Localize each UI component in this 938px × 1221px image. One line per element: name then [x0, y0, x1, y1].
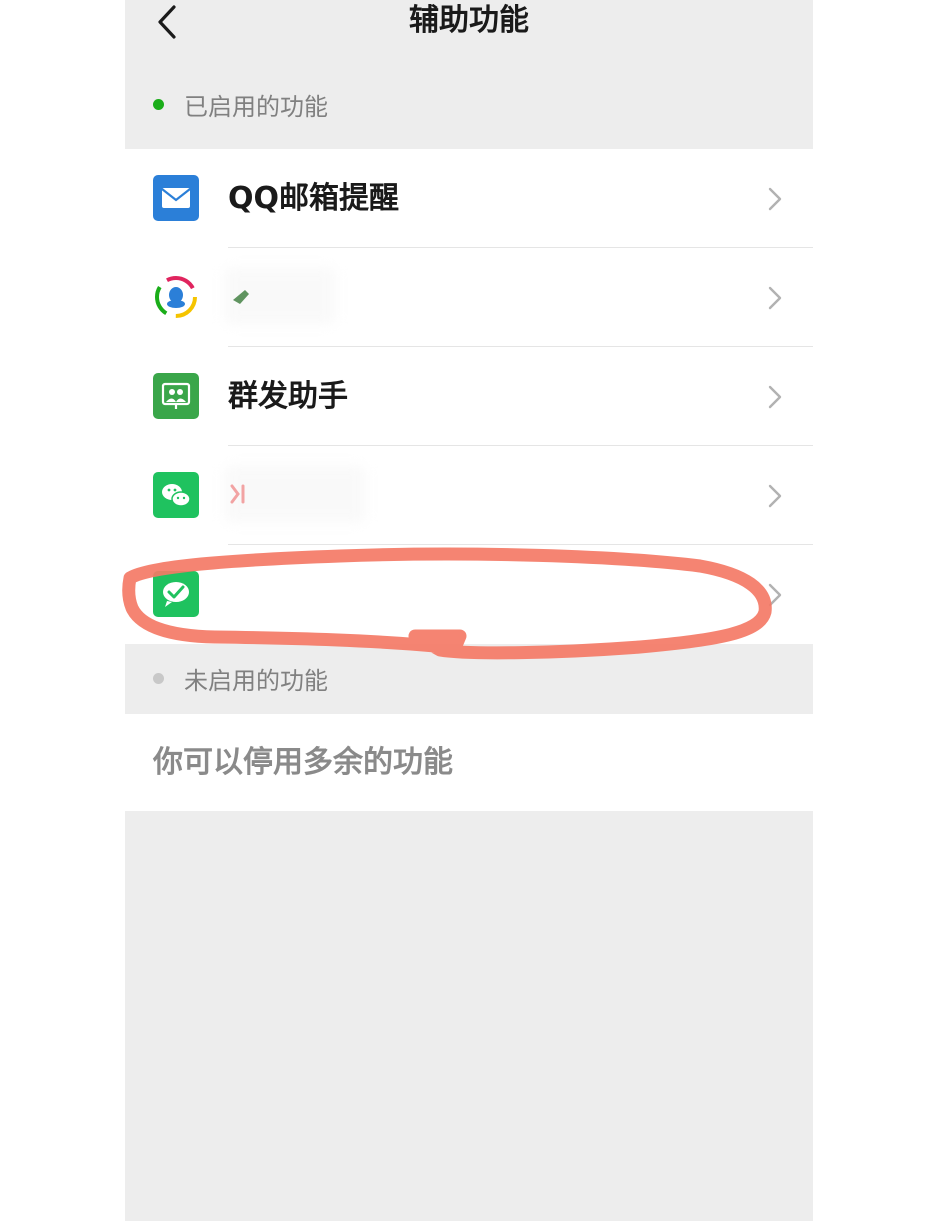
disabled-note-text: 你可以停用多余的功能: [153, 745, 453, 780]
chevron-right-icon: [768, 385, 782, 409]
feature-row-wechat-pay[interactable]: [125, 545, 813, 644]
feature-label: 群发助手: [228, 379, 348, 414]
mail-icon: [153, 175, 199, 221]
disabled-note-row: 你可以停用多余的功能: [125, 714, 813, 811]
chevron-right-icon: [768, 484, 782, 508]
group-send-icon: [153, 373, 199, 419]
qq-assistant-icon: [155, 276, 197, 318]
enabled-section-header: 已启用的功能: [125, 68, 813, 140]
blur-artifact-icon: [233, 290, 249, 304]
navigation-bar: 辅助功能: [125, 0, 813, 44]
feature-label: QQ邮箱提醒: [228, 181, 400, 216]
feature-row-wechat[interactable]: [125, 446, 813, 545]
disabled-section-header: 未启用的功能: [125, 642, 813, 714]
page-title: 辅助功能: [409, 3, 529, 38]
chevron-right-icon: [768, 583, 782, 607]
disabled-status-dot: [153, 672, 164, 684]
wechat-pay-icon: [153, 571, 199, 617]
feature-row-qq-assistant[interactable]: [125, 248, 813, 347]
enabled-features-list: QQ邮箱提醒 群发助手: [125, 149, 813, 644]
disabled-section-label: 未启用的功能: [184, 666, 328, 695]
phone-screen: 辅助功能 已启用的功能 QQ邮箱提醒 群发助手 未启用的功能 你可以停用多余的功…: [125, 0, 813, 1221]
blur-artifact-icon: [230, 484, 245, 504]
enabled-section-label: 已启用的功能: [184, 92, 328, 121]
chevron-right-icon: [768, 286, 782, 310]
feature-row-group-send[interactable]: 群发助手: [125, 347, 813, 446]
wechat-icon: [153, 472, 199, 518]
feature-row-qq-mail[interactable]: QQ邮箱提醒: [125, 149, 813, 248]
chevron-right-icon: [768, 187, 782, 211]
enabled-status-dot: [153, 98, 164, 110]
